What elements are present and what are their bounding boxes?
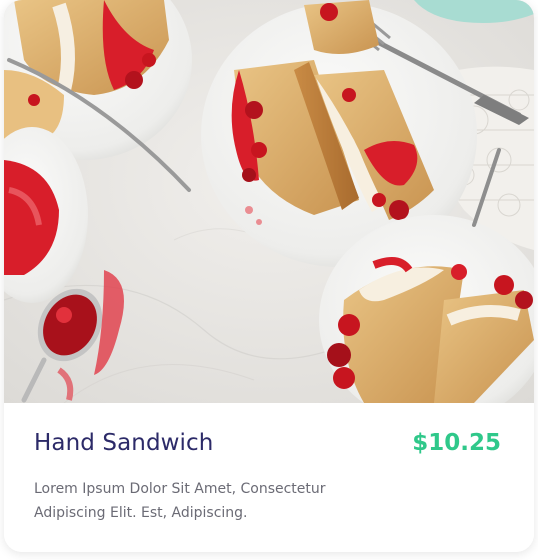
product-price: $10.25 [412,430,501,456]
product-description: Lorem Ipsum Dolor Sit Amet, Consectetur … [34,481,326,521]
product-image [4,0,534,403]
card-body: Hand Sandwich $10.25 Lorem Ipsum Dolor S… [4,403,534,552]
product-title[interactable]: Hand Sandwich [34,430,213,456]
product-card[interactable]: Hand Sandwich $10.25 Lorem Ipsum Dolor S… [4,0,534,552]
